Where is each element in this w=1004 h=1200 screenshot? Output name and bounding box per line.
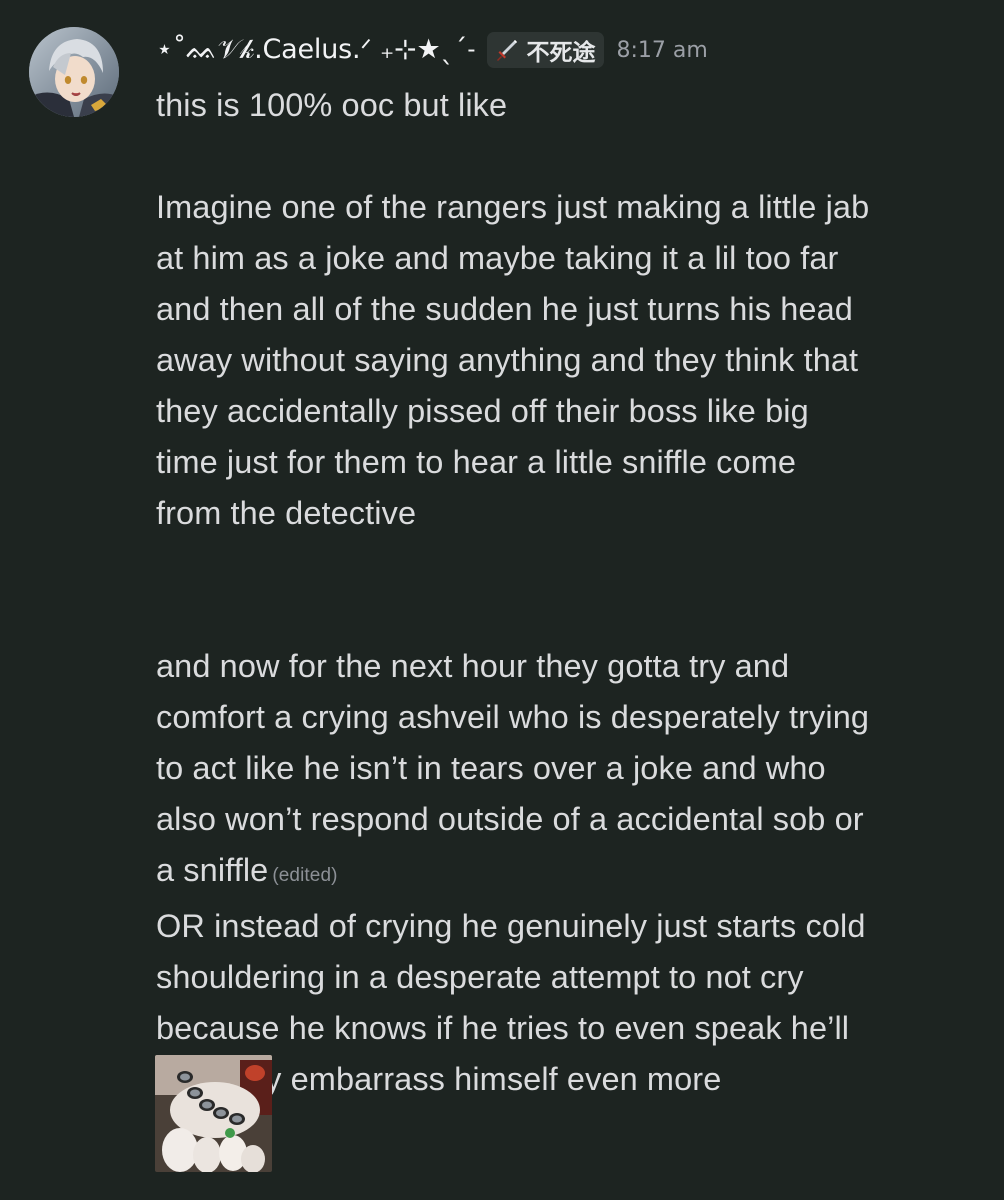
message-line: from the detective	[156, 495, 417, 531]
message-line: away without saying anything and they th…	[156, 342, 859, 378]
message-line: shouldering in a desperate attempt to no…	[156, 959, 804, 995]
message-header: ⋆˚ᨐ𝒱𝓀.Caelus.ᐟ ₊⊹★ˎˊ˗ 不死途 8:17 am	[156, 28, 708, 72]
message-text: a sniffle	[156, 852, 269, 888]
message-line: to act like he isn’t in tears over a jok…	[156, 750, 826, 786]
message-line-last: a sniffle (edited)	[156, 845, 986, 901]
image-attachment[interactable]	[155, 1055, 272, 1172]
message-line: because he knows if he tries to even spe…	[156, 1010, 850, 1046]
second-message: OR instead of crying he genuinely just s…	[156, 901, 986, 1105]
message-line: time just for them to hear a little snif…	[156, 444, 797, 480]
message-line: Imagine one of the rangers just making a…	[156, 189, 870, 225]
message-line: at him as a joke and maybe taking it a l…	[156, 240, 839, 276]
username[interactable]: ⋆˚ᨐ𝒱𝓀.Caelus.ᐟ ₊⊹★ˎˊ˗	[156, 34, 476, 66]
message-line: and then all of the sudden he just turns…	[156, 291, 853, 327]
timestamp[interactable]: 8:17 am	[616, 38, 707, 63]
server-tag-text: 不死途	[526, 40, 596, 66]
message-line: this is 100% ooc but like	[156, 87, 508, 123]
message-line: probably embarrass himself even more	[156, 1061, 722, 1097]
message-line: also won’t respond outside of a accident…	[156, 801, 864, 837]
message-line: OR instead of crying he genuinely just s…	[156, 908, 866, 944]
user-avatar[interactable]	[29, 27, 119, 117]
message-line: comfort a crying ashveil who is desperat…	[156, 699, 870, 735]
sword-icon	[497, 40, 518, 61]
edited-label[interactable]: (edited)	[272, 865, 337, 886]
chat-message: ⋆˚ᨐ𝒱𝓀.Caelus.ᐟ ₊⊹★ˎˊ˗ 不死途 8:17 am this i…	[0, 0, 1004, 1200]
message-line: they accidentally pissed off their boss …	[156, 393, 809, 429]
message-content: this is 100% ooc but like Imagine one of…	[156, 80, 986, 1105]
message-line: and now for the next hour they gotta try…	[156, 648, 790, 684]
attachment-image	[155, 1055, 272, 1172]
server-tag[interactable]: 不死途	[487, 32, 605, 68]
avatar-image	[29, 27, 119, 117]
